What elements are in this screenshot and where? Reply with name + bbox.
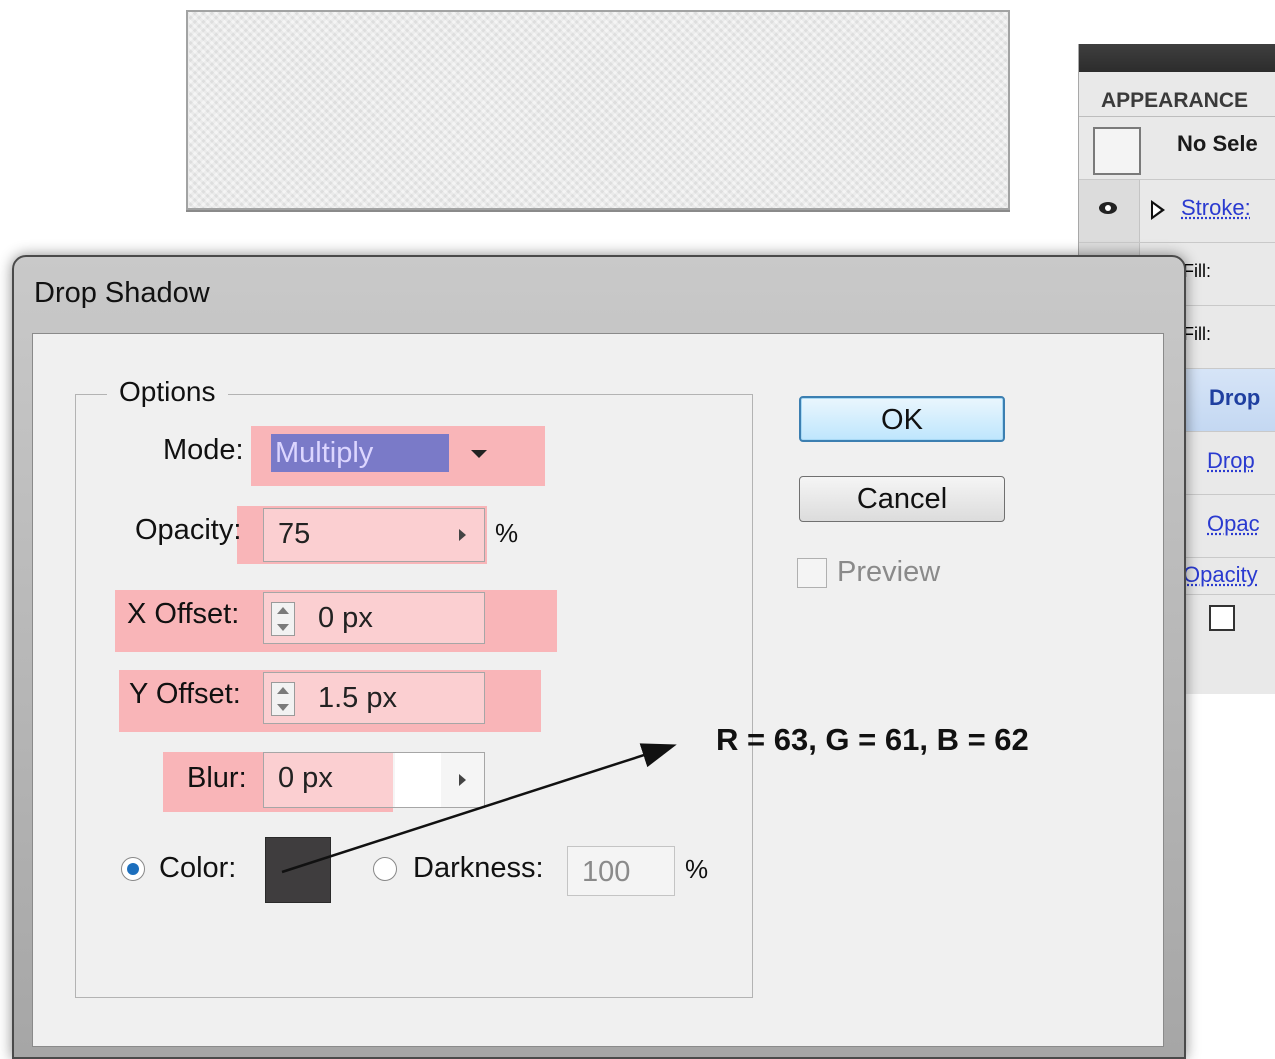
rgb-annotation: R = 63, G = 61, B = 62 bbox=[716, 722, 1029, 757]
annotation-arrow bbox=[281, 743, 677, 874]
